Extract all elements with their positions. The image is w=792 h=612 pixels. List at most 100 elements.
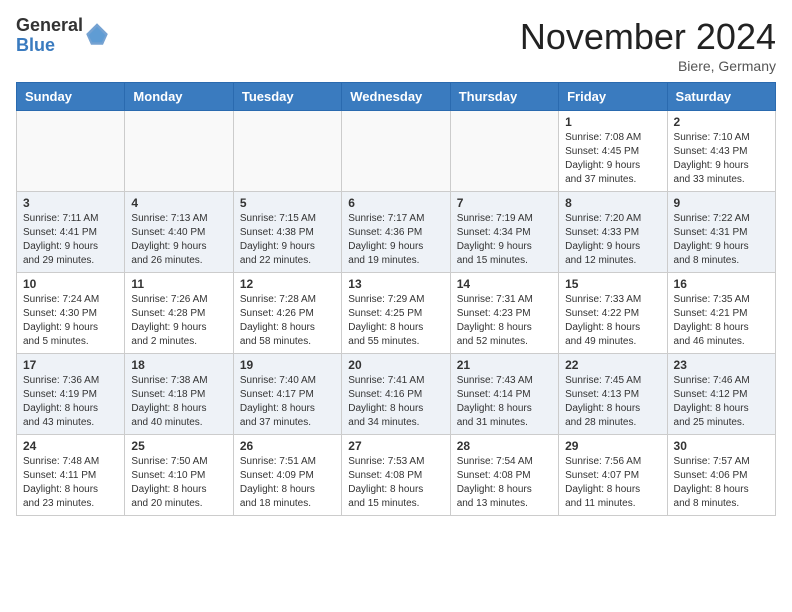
day-info: Sunrise: 7:26 AM Sunset: 4:28 PM Dayligh… <box>131 293 226 349</box>
empty-cell <box>17 111 125 192</box>
day-info: Sunrise: 7:43 AM Sunset: 4:14 PM Dayligh… <box>457 374 552 430</box>
day-info: Sunrise: 7:57 AM Sunset: 4:06 PM Dayligh… <box>674 455 769 511</box>
day-cell-14: 14Sunrise: 7:31 AM Sunset: 4:23 PM Dayli… <box>450 273 558 354</box>
day-info: Sunrise: 7:13 AM Sunset: 4:40 PM Dayligh… <box>131 212 226 268</box>
col-header-friday: Friday <box>559 83 667 111</box>
col-header-saturday: Saturday <box>667 83 775 111</box>
day-number: 27 <box>348 439 443 453</box>
day-cell-22: 22Sunrise: 7:45 AM Sunset: 4:13 PM Dayli… <box>559 354 667 435</box>
day-info: Sunrise: 7:08 AM Sunset: 4:45 PM Dayligh… <box>565 131 660 187</box>
day-cell-3: 3 Sunrise: 7:11 AM Sunset: 4:41 PM Daylig… <box>17 192 125 273</box>
week-row-3: 10 Sunrise: 7:24 AM Sunset: 4:30 PM Dayli… <box>17 273 776 354</box>
day-cell-27: 27 Sunrise: 7:53 AM Sunset: 4:08 PM Dayli… <box>342 435 450 516</box>
day-cell-13: 13 Sunrise: 7:29 AM Sunset: 4:25 PM Dayli… <box>342 273 450 354</box>
day-info: Sunrise: 7:38 AM Sunset: 4:18 PM Dayligh… <box>131 374 226 430</box>
day-number: 20 <box>348 358 443 372</box>
day-info: Sunrise: 7:20 AM Sunset: 4:33 PM Dayligh… <box>565 212 660 268</box>
day-number: 24 <box>23 439 118 453</box>
day-number: 21 <box>457 358 552 372</box>
day-number: 7 <box>457 196 552 210</box>
day-number: 6 <box>348 196 443 210</box>
day-cell-19: 19 Sunrise: 7:40 AM Sunset: 4:17 PM Dayli… <box>233 354 341 435</box>
day-number: 16 <box>674 277 769 291</box>
day-cell-29: 29 Sunrise: 7:56 AM Sunset: 4:07 PM Dayli… <box>559 435 667 516</box>
week-row-1: 1 Sunrise: 7:08 AM Sunset: 4:45 PM Daylig… <box>17 111 776 192</box>
day-number: 2 <box>674 115 769 129</box>
day-cell-28: 28 Sunrise: 7:54 AM Sunset: 4:08 PM Dayli… <box>450 435 558 516</box>
day-number: 25 <box>131 439 226 453</box>
day-info: Sunrise: 7:33 AM Sunset: 4:22 PM Dayligh… <box>565 293 660 349</box>
day-cell-17: 17 Sunrise: 7:36 AM Sunset: 4:19 PM Dayli… <box>17 354 125 435</box>
col-header-wednesday: Wednesday <box>342 83 450 111</box>
page-header: General Blue November 2024 Biere, German… <box>16 16 776 74</box>
day-cell-7: 7 Sunrise: 7:19 AM Sunset: 4:34 PM Daylig… <box>450 192 558 273</box>
day-cell-12: 12 Sunrise: 7:28 AM Sunset: 4:26 PM Dayli… <box>233 273 341 354</box>
day-info: Sunrise: 7:50 AM Sunset: 4:10 PM Dayligh… <box>131 455 226 511</box>
day-info: Sunrise: 7:28 AM Sunset: 4:26 PM Dayligh… <box>240 293 335 349</box>
day-number: 15 <box>565 277 660 291</box>
day-info: Sunrise: 7:35 AM Sunset: 4:21 PM Dayligh… <box>674 293 769 349</box>
empty-cell <box>450 111 558 192</box>
day-cell-25: 25 Sunrise: 7:50 AM Sunset: 4:10 PM Dayli… <box>125 435 233 516</box>
day-number: 23 <box>674 358 769 372</box>
logo-blue: Blue <box>16 36 83 56</box>
logo-general: General <box>16 16 83 36</box>
day-info: Sunrise: 7:10 AM Sunset: 4:43 PM Dayligh… <box>674 131 769 187</box>
day-info: Sunrise: 7:40 AM Sunset: 4:17 PM Dayligh… <box>240 374 335 430</box>
day-info: Sunrise: 7:54 AM Sunset: 4:08 PM Dayligh… <box>457 455 552 511</box>
day-info: Sunrise: 7:29 AM Sunset: 4:25 PM Dayligh… <box>348 293 443 349</box>
col-header-thursday: Thursday <box>450 83 558 111</box>
empty-cell <box>233 111 341 192</box>
day-info: Sunrise: 7:36 AM Sunset: 4:19 PM Dayligh… <box>23 374 118 430</box>
day-number: 12 <box>240 277 335 291</box>
day-number: 1 <box>565 115 660 129</box>
logo-icon <box>85 22 109 46</box>
day-cell-4: 4Sunrise: 7:13 AM Sunset: 4:40 PM Daylig… <box>125 192 233 273</box>
day-cell-10: 10 Sunrise: 7:24 AM Sunset: 4:30 PM Dayli… <box>17 273 125 354</box>
month-title: November 2024 <box>520 16 776 58</box>
location: Biere, Germany <box>520 58 776 74</box>
day-cell-15: 15 Sunrise: 7:33 AM Sunset: 4:22 PM Dayli… <box>559 273 667 354</box>
day-info: Sunrise: 7:48 AM Sunset: 4:11 PM Dayligh… <box>23 455 118 511</box>
day-info: Sunrise: 7:41 AM Sunset: 4:16 PM Dayligh… <box>348 374 443 430</box>
logo: General Blue <box>16 16 109 56</box>
day-info: Sunrise: 7:51 AM Sunset: 4:09 PM Dayligh… <box>240 455 335 511</box>
day-info: Sunrise: 7:53 AM Sunset: 4:08 PM Dayligh… <box>348 455 443 511</box>
day-number: 29 <box>565 439 660 453</box>
col-header-monday: Monday <box>125 83 233 111</box>
day-number: 28 <box>457 439 552 453</box>
day-number: 11 <box>131 277 226 291</box>
day-number: 10 <box>23 277 118 291</box>
week-row-4: 17 Sunrise: 7:36 AM Sunset: 4:19 PM Dayli… <box>17 354 776 435</box>
day-number: 17 <box>23 358 118 372</box>
day-info: Sunrise: 7:11 AM Sunset: 4:41 PM Dayligh… <box>23 212 118 268</box>
empty-cell <box>125 111 233 192</box>
day-number: 8 <box>565 196 660 210</box>
day-cell-2: 2 Sunrise: 7:10 AM Sunset: 4:43 PM Daylig… <box>667 111 775 192</box>
day-info: Sunrise: 7:56 AM Sunset: 4:07 PM Dayligh… <box>565 455 660 511</box>
header-row: SundayMondayTuesdayWednesdayThursdayFrid… <box>17 83 776 111</box>
day-number: 13 <box>348 277 443 291</box>
day-number: 9 <box>674 196 769 210</box>
day-cell-20: 20 Sunrise: 7:41 AM Sunset: 4:16 PM Dayli… <box>342 354 450 435</box>
day-info: Sunrise: 7:19 AM Sunset: 4:34 PM Dayligh… <box>457 212 552 268</box>
day-number: 5 <box>240 196 335 210</box>
day-info: Sunrise: 7:46 AM Sunset: 4:12 PM Dayligh… <box>674 374 769 430</box>
day-cell-11: 11 Sunrise: 7:26 AM Sunset: 4:28 PM Dayli… <box>125 273 233 354</box>
day-cell-18: 18Sunrise: 7:38 AM Sunset: 4:18 PM Dayli… <box>125 354 233 435</box>
week-row-5: 24 Sunrise: 7:48 AM Sunset: 4:11 PM Dayli… <box>17 435 776 516</box>
day-cell-21: 21 Sunrise: 7:43 AM Sunset: 4:14 PM Dayli… <box>450 354 558 435</box>
day-cell-24: 24 Sunrise: 7:48 AM Sunset: 4:11 PM Dayli… <box>17 435 125 516</box>
day-info: Sunrise: 7:24 AM Sunset: 4:30 PM Dayligh… <box>23 293 118 349</box>
day-number: 19 <box>240 358 335 372</box>
day-number: 3 <box>23 196 118 210</box>
col-header-sunday: Sunday <box>17 83 125 111</box>
day-info: Sunrise: 7:17 AM Sunset: 4:36 PM Dayligh… <box>348 212 443 268</box>
day-number: 22 <box>565 358 660 372</box>
col-header-tuesday: Tuesday <box>233 83 341 111</box>
title-block: November 2024 Biere, Germany <box>520 16 776 74</box>
day-cell-30: 30Sunrise: 7:57 AM Sunset: 4:06 PM Dayli… <box>667 435 775 516</box>
day-info: Sunrise: 7:15 AM Sunset: 4:38 PM Dayligh… <box>240 212 335 268</box>
day-cell-9: 9Sunrise: 7:22 AM Sunset: 4:31 PM Daylig… <box>667 192 775 273</box>
day-cell-26: 26Sunrise: 7:51 AM Sunset: 4:09 PM Dayli… <box>233 435 341 516</box>
